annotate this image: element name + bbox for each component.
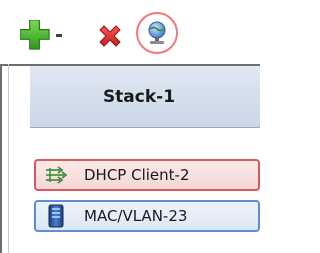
red-x-delete-icon (99, 25, 121, 47)
app-root: Stack-1 DHCP Client-2 MAC/VLAN-23 (0, 0, 260, 253)
dhcp-network-arrows-icon (42, 165, 70, 185)
network-button[interactable] (136, 12, 178, 54)
mac-vlan-device-icon (42, 204, 70, 228)
plus-with-dropdown-icon (20, 20, 62, 50)
stack-item-dhcp-client[interactable]: DHCP Client-2 (34, 159, 260, 191)
delete-button[interactable] (94, 20, 126, 52)
toolbar (0, 0, 260, 60)
stack-title: Stack-1 (102, 86, 176, 107)
stack-header[interactable]: Stack-1 (30, 66, 260, 128)
stack-item-mac-vlan[interactable]: MAC/VLAN-23 (34, 200, 260, 232)
panel-left-border (0, 64, 2, 253)
stack-panel: Stack-1 DHCP Client-2 MAC/VLAN-23 (0, 64, 260, 253)
stack-item-label: MAC/VLAN-23 (84, 207, 188, 225)
add-button[interactable] (20, 20, 66, 50)
globe-network-icon (148, 21, 166, 44)
panel-inner-divider (8, 64, 9, 253)
stack-item-label: DHCP Client-2 (84, 166, 190, 184)
